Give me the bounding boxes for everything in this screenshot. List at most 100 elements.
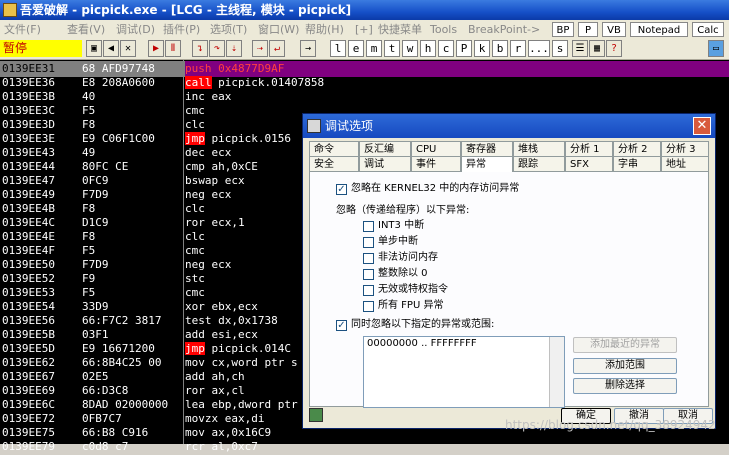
dialog-title: 调试选项	[325, 119, 374, 133]
ignore-heading: 忽略（传递给程序）以下异常:	[336, 205, 470, 216]
tab-security[interactable]: 安全	[309, 156, 359, 171]
tab-strings[interactable]: 字串	[613, 156, 661, 171]
tab-registers[interactable]: 寄存器	[461, 141, 513, 156]
access-violation-checkbox[interactable]	[363, 253, 374, 264]
p-button[interactable]: P	[578, 22, 598, 37]
references-button[interactable]: r	[510, 40, 526, 57]
menu-file[interactable]: 文件(F)	[4, 20, 41, 39]
rewind-icon[interactable]: ◀	[103, 40, 119, 57]
step-into-icon[interactable]: ↴	[192, 40, 208, 57]
open-icon[interactable]: ▣	[86, 40, 102, 57]
window-titlebar: 吾爱破解 - picpick.exe - [LCG - 主线程, 模块 - pi…	[0, 0, 729, 20]
range-scrollbar[interactable]	[549, 337, 564, 407]
call-stack-button[interactable]: k	[474, 40, 490, 57]
list-icon[interactable]: ☰	[572, 40, 588, 57]
calc-button[interactable]: Calc	[692, 22, 724, 37]
vb-button[interactable]: VB	[602, 22, 626, 37]
delete-selection-button[interactable]: 删除选择	[573, 378, 677, 394]
ignore-kernel-label: 忽略在 KERNEL32 中的内存访问异常	[351, 183, 520, 194]
menu-window[interactable]: 窗口(W)	[258, 20, 299, 39]
bp-button[interactable]: BP	[552, 22, 574, 37]
handles-button[interactable]: h	[420, 40, 436, 57]
trace-into-icon[interactable]: ⇣	[226, 40, 242, 57]
single-step-checkbox[interactable]	[363, 237, 374, 248]
dialog-titlebar: 调试选项 ✕	[303, 114, 715, 138]
threads-button[interactable]: t	[384, 40, 400, 57]
range-item[interactable]: 00000000 .. FFFFFFFF	[367, 338, 477, 349]
ignore-kernel-checkbox[interactable]: ✓	[336, 184, 347, 195]
int3-checkbox[interactable]	[363, 221, 374, 232]
address-cell: 0139EE79	[2, 440, 55, 453]
pause-icon[interactable]: Ⅱ	[165, 40, 181, 57]
app-icon	[3, 3, 17, 17]
tab-stack[interactable]: 堆栈	[513, 141, 565, 156]
cpu-button[interactable]: c	[438, 40, 454, 57]
fpu-checkbox[interactable]	[363, 301, 374, 312]
tab-sfx[interactable]: SFX	[565, 156, 613, 171]
hex-cell: c0d8 c7	[82, 440, 129, 453]
fpu-label: 所有 FPU 异常	[378, 300, 444, 311]
close-icon[interactable]: ✕	[120, 40, 136, 57]
menu-tools[interactable]: Tools	[430, 20, 457, 39]
table-row[interactable]: 0139EE79 c0d8 c7 rcr al,0xc7	[0, 439, 729, 455]
range-list[interactable]: 00000000 .. FFFFFFFF	[363, 336, 565, 408]
tab-debugging[interactable]: 调试	[359, 156, 411, 171]
add-range-button[interactable]: 添加范围	[573, 358, 677, 374]
tab-command[interactable]: 命令	[309, 141, 359, 156]
notepad-button[interactable]: Notepad	[630, 22, 688, 37]
menu-options[interactable]: 选项(T)	[210, 20, 247, 39]
tab-analysis3[interactable]: 分析 3	[661, 141, 709, 156]
window-title: 吾爱破解 - picpick.exe - [LCG - 主线程, 模块 - pi…	[20, 3, 352, 17]
close-icon[interactable]: ✕	[693, 117, 711, 135]
menu-bar: 文件(F) 查看(V) 调试(D) 插件(P) 选项(T) 窗口(W) 帮助(H…	[0, 20, 729, 40]
add-recent-exception-button[interactable]: 添加最近的异常	[573, 337, 677, 353]
dialog-status-icon	[309, 408, 323, 422]
watermark: https://blog.csdn.net/qq_38924942	[505, 418, 716, 432]
menu-plugins[interactable]: 插件(P)	[163, 20, 200, 39]
executables-button[interactable]: e	[348, 40, 364, 57]
status-paused: 暂停	[0, 40, 82, 57]
div-zero-label: 整数除以 0	[378, 268, 428, 279]
invalid-instruction-label: 无效或特权指令	[378, 284, 448, 295]
log-window-button[interactable]: l	[330, 40, 346, 57]
help-icon[interactable]: ?	[606, 40, 622, 57]
tab-cpu[interactable]: CPU	[411, 141, 461, 156]
disasm-cell: rcr al,0xc7	[185, 440, 258, 453]
ignore-range-checkbox[interactable]: ✓	[336, 320, 347, 331]
toolbar: 暂停 ▣ ◀ ✕ ▶ Ⅱ ↴ ↷ ⇣ ⇢ ↵ → l e m t w h c P…	[0, 39, 729, 60]
memory-map-button[interactable]: m	[366, 40, 382, 57]
trace-over-icon[interactable]: ⇢	[252, 40, 268, 57]
menu-view[interactable]: 查看(V)	[67, 20, 105, 39]
ignore-range-label: 同时忽略以下指定的异常或范围:	[351, 319, 495, 330]
tab-disasm[interactable]: 反汇编	[359, 141, 411, 156]
menu-breakpoint[interactable]: BreakPoint->	[468, 20, 540, 39]
menu-help[interactable]: 帮助(H)	[305, 20, 344, 39]
windows-button[interactable]: w	[402, 40, 418, 57]
column-divider	[183, 60, 184, 444]
int3-label: INT3 中断	[378, 220, 425, 231]
menu-debug[interactable]: 调试(D)	[116, 20, 155, 39]
menu-plus[interactable]: [+]	[355, 20, 373, 39]
debug-options-dialog: 调试选项 ✕ 命令 反汇编 CPU 寄存器 堆栈 分析 1 分析 2 分析 3 …	[302, 113, 716, 429]
tab-trace[interactable]: 跟踪	[513, 156, 565, 171]
tab-events[interactable]: 事件	[411, 156, 461, 171]
patches-button[interactable]: P	[456, 40, 472, 57]
breakpoints-button[interactable]: b	[492, 40, 508, 57]
menu-shortcut[interactable]: 快捷菜单	[378, 20, 422, 39]
tab-exceptions[interactable]: 异常	[461, 156, 513, 172]
step-over-icon[interactable]: ↷	[209, 40, 225, 57]
options-icon[interactable]: ▦	[589, 40, 605, 57]
div-zero-checkbox[interactable]	[363, 269, 374, 280]
access-violation-label: 非法访问内存	[378, 252, 438, 263]
tab-addresses[interactable]: 地址	[661, 156, 709, 171]
goto-icon[interactable]: →	[300, 40, 316, 57]
dialog-icon	[307, 119, 321, 133]
invalid-instruction-checkbox[interactable]	[363, 285, 374, 296]
restore-icon[interactable]: ▭	[708, 40, 724, 57]
run-trace-button[interactable]: ...	[528, 40, 550, 57]
tab-analysis2[interactable]: 分析 2	[613, 141, 661, 156]
execute-till-return-icon[interactable]: ↵	[269, 40, 285, 57]
source-button[interactable]: s	[552, 40, 568, 57]
run-icon[interactable]: ▶	[148, 40, 164, 57]
tab-analysis1[interactable]: 分析 1	[565, 141, 613, 156]
